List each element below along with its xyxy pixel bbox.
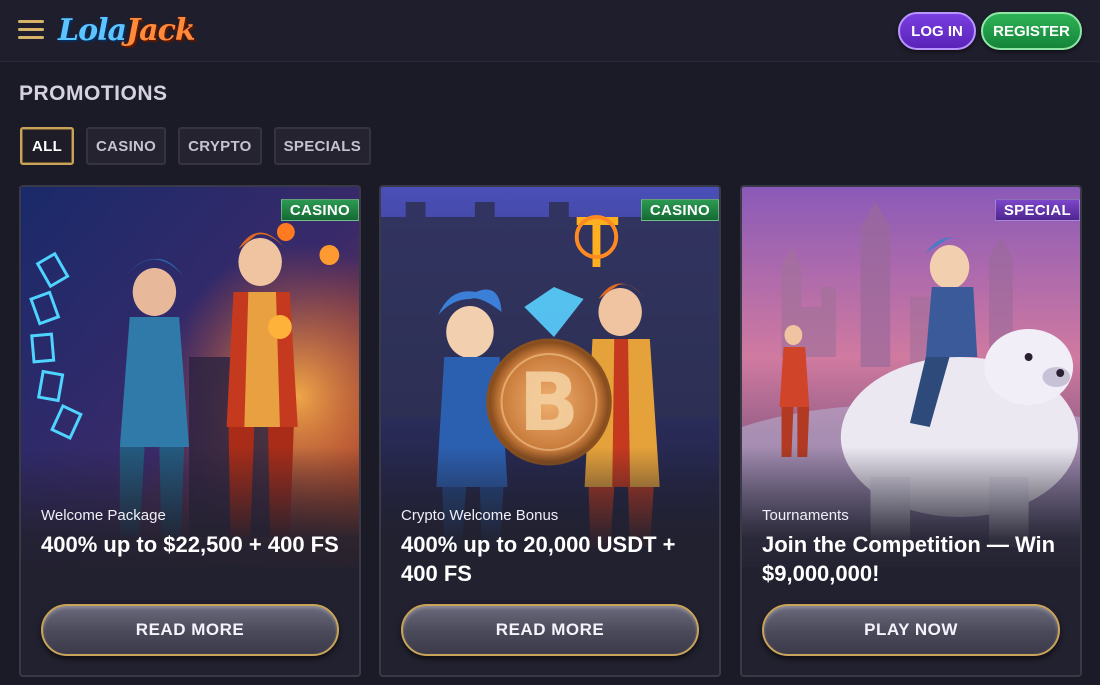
filter-tab-all[interactable]: ALL xyxy=(20,127,74,165)
play-now-button[interactable]: PLAY NOW xyxy=(762,604,1060,656)
read-more-button[interactable]: READ MORE xyxy=(401,604,699,656)
page-title: PROMOTIONS xyxy=(19,82,168,105)
svg-text:B: B xyxy=(519,356,579,450)
promo-subtitle: Crypto Welcome Bonus xyxy=(401,507,559,524)
login-button[interactable]: LOG IN xyxy=(898,12,976,50)
promo-tag-casino: CASINO xyxy=(640,199,719,221)
promo-subtitle: Tournaments xyxy=(762,507,849,524)
filter-tab-specials[interactable]: SPECIALS xyxy=(273,127,372,165)
read-more-button[interactable]: READ MORE xyxy=(41,604,339,656)
promo-card-tournaments: SPECIAL Tournaments Join the Competition… xyxy=(740,185,1082,677)
promo-tag-casino: CASINO xyxy=(280,199,359,221)
logo-text-lola: Lola xyxy=(58,13,127,48)
hamburger-menu-icon[interactable] xyxy=(18,20,44,42)
top-header: LolaJack LOG IN REGISTER xyxy=(0,0,1100,62)
lolajack-logo[interactable]: LolaJack xyxy=(58,10,196,52)
promo-card-welcome-package: CASINO Welcome Package 400% up to $22,50… xyxy=(19,185,361,677)
promo-headline: 400% up to $22,500 + 400 FS xyxy=(41,532,339,557)
promo-headline: 400% up to 20,000 USDT + 400 FS xyxy=(401,532,676,586)
promo-card-crypto-welcome-bonus: B CASINO Crypto Welcome Bonus 400% up to… xyxy=(379,185,721,677)
logo-text-jack: Jack xyxy=(125,13,196,48)
register-button[interactable]: REGISTER xyxy=(981,12,1082,50)
filter-tab-casino[interactable]: CASINO xyxy=(86,127,167,165)
promotion-filter-tabs: ALL CASINO CRYPTO SPECIALS xyxy=(20,127,372,165)
filter-tab-crypto[interactable]: CRYPTO xyxy=(178,127,262,165)
promo-subtitle: Welcome Package xyxy=(41,507,166,524)
promo-headline: Join the Competition — Win $9,000,000! xyxy=(762,532,1056,586)
promo-tag-special: SPECIAL xyxy=(994,199,1080,221)
